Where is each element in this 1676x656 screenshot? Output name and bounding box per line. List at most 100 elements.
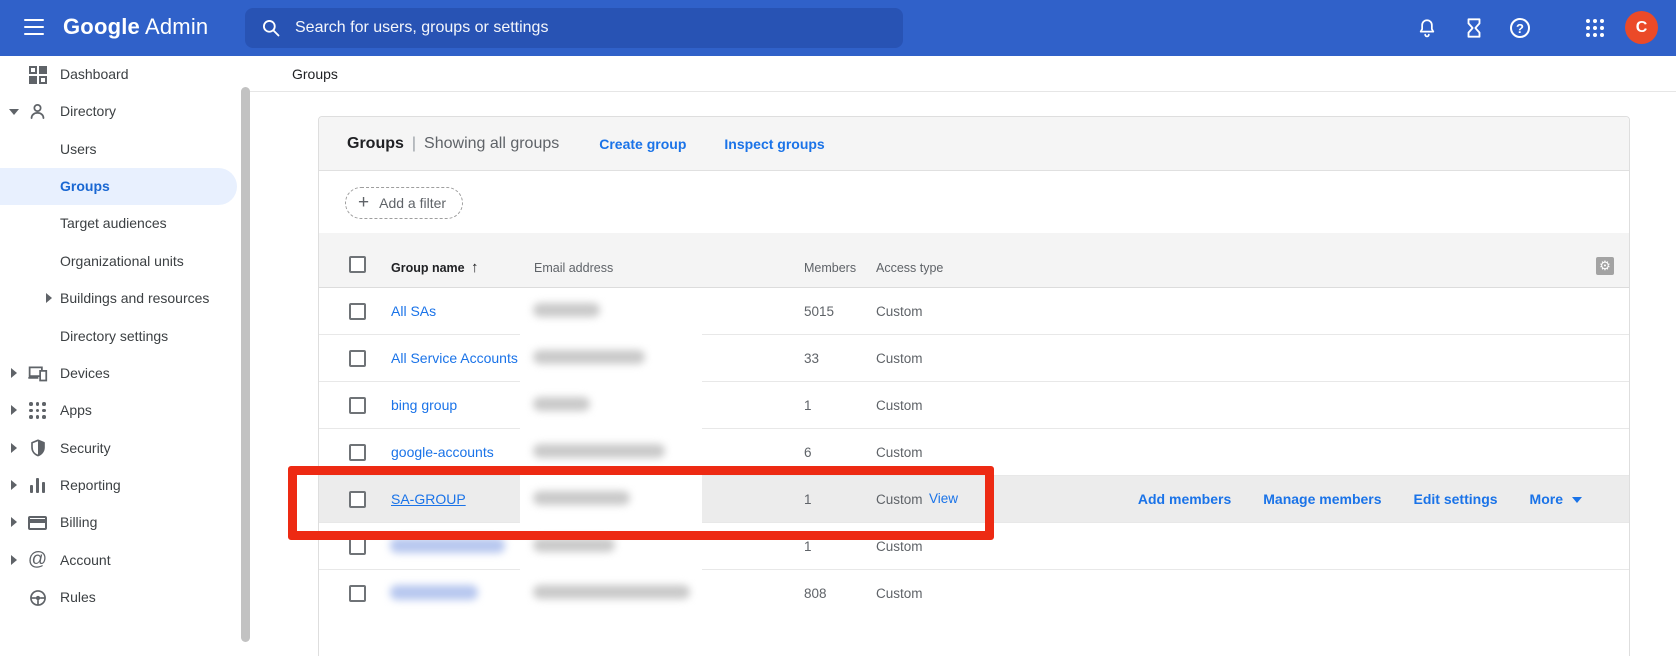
more-menu-button[interactable]: More (1530, 491, 1582, 507)
members-count: 6 (804, 445, 812, 460)
sidebar-item-label: Buildings and resources (60, 290, 209, 306)
credit-card-icon (27, 512, 48, 533)
apps-grid-icon (27, 400, 48, 421)
sidebar-item-buildings-and-resources[interactable]: Buildings and resources (0, 280, 250, 317)
table-settings-gear-icon[interactable]: ⚙ (1596, 257, 1614, 275)
row-checkbox[interactable] (349, 350, 366, 367)
add-filter-chip[interactable]: + Add a filter (345, 187, 463, 219)
table-row[interactable]: 1 Custom (319, 523, 1629, 570)
sidebar-item-directory-settings[interactable]: Directory settings (0, 318, 250, 355)
group-name-link[interactable]: bing group (391, 397, 457, 413)
members-count: 1 (804, 492, 812, 507)
view-link[interactable]: View (929, 491, 958, 506)
notifications-bell-icon[interactable] (1415, 16, 1439, 40)
add-members-link[interactable]: Add members (1138, 491, 1231, 507)
redacted-email-column (520, 289, 702, 614)
sidebar-item-directory[interactable]: Directory (0, 93, 250, 130)
chevron-right-icon[interactable] (11, 443, 17, 453)
create-group-link[interactable]: Create group (599, 136, 686, 152)
group-name-link[interactable]: SA-GROUP (391, 491, 466, 507)
table-row[interactable]: google-accounts 6 Custom (319, 429, 1629, 476)
search-bar[interactable] (245, 8, 903, 48)
sidebar-item-organizational-units[interactable]: Organizational units (0, 243, 250, 280)
group-name-link[interactable]: All Service Accounts (391, 350, 518, 366)
sidebar-item-devices[interactable]: Devices (0, 355, 250, 392)
sidebar-item-billing[interactable]: Billing (0, 504, 250, 541)
chevron-down-icon[interactable] (9, 109, 19, 115)
redacted-group-name (390, 538, 505, 553)
navigation-sidebar: Dashboard Directory Users Groups Target … (0, 56, 250, 656)
members-count: 808 (804, 586, 827, 601)
chevron-right-icon[interactable] (11, 480, 17, 490)
row-checkbox[interactable] (349, 397, 366, 414)
sidebar-item-account[interactable]: @ Account (0, 542, 250, 579)
sidebar-item-label: Target audiences (60, 215, 167, 231)
at-sign-icon: @ (27, 550, 48, 571)
row-checkbox[interactable] (349, 444, 366, 461)
chevron-right-icon[interactable] (11, 368, 17, 378)
sidebar-item-groups[interactable]: Groups (0, 168, 237, 205)
members-count: 5015 (804, 304, 834, 319)
access-type: Custom (876, 586, 923, 601)
members-count: 1 (804, 398, 812, 413)
access-type: Custom (876, 445, 923, 460)
row-checkbox[interactable] (349, 303, 366, 320)
sidebar-item-users[interactable]: Users (0, 131, 250, 168)
sidebar-item-dashboard[interactable]: Dashboard (0, 56, 250, 93)
table-row[interactable]: 808 Custom (319, 570, 1629, 617)
person-icon (27, 101, 48, 122)
sidebar-item-label: Security (60, 440, 111, 456)
search-icon (261, 18, 281, 38)
more-label: More (1530, 491, 1563, 507)
sidebar-item-label: Reporting (60, 477, 121, 493)
column-header-group-name[interactable]: Group name (391, 261, 465, 275)
menu-icon[interactable] (24, 19, 44, 35)
members-count: 33 (804, 351, 819, 366)
chevron-right-icon[interactable] (11, 517, 17, 527)
redacted-email (533, 397, 590, 411)
group-name-link[interactable]: google-accounts (391, 444, 494, 460)
redacted-email (533, 444, 665, 458)
groups-card-header: Groups | Showing all groups Create group… (319, 117, 1629, 171)
chevron-right-icon[interactable] (46, 293, 52, 303)
account-avatar[interactable]: C (1625, 11, 1658, 44)
table-row[interactable]: All SAs 5015 Custom (319, 288, 1629, 335)
help-icon[interactable]: ? (1508, 16, 1532, 40)
logo-admin-text: Admin (145, 14, 208, 39)
sidebar-item-label: Billing (60, 514, 97, 530)
sidebar-item-label: Groups (60, 178, 110, 194)
sidebar-item-label: Directory settings (60, 328, 168, 344)
column-header-access-type: Access type (876, 261, 943, 275)
access-type: Custom (876, 539, 923, 554)
chevron-right-icon[interactable] (11, 555, 17, 565)
sidebar-item-reporting[interactable]: Reporting (0, 467, 250, 504)
row-checkbox[interactable] (349, 538, 366, 555)
sidebar-item-label: Directory (60, 103, 116, 119)
caret-down-icon (1572, 497, 1582, 503)
shield-icon (27, 438, 48, 459)
access-type: Custom (876, 351, 923, 366)
help-question-glyph: ? (1510, 18, 1530, 38)
sidebar-item-security[interactable]: Security (0, 430, 250, 467)
sidebar-item-target-audiences[interactable]: Target audiences (0, 205, 250, 242)
sort-ascending-icon[interactable]: ↑ (471, 259, 479, 276)
row-checkbox[interactable] (349, 491, 366, 508)
chevron-right-icon[interactable] (11, 405, 17, 415)
groups-card: Groups | Showing all groups Create group… (318, 116, 1630, 656)
group-name-link[interactable]: All SAs (391, 303, 436, 319)
search-input[interactable] (295, 8, 903, 48)
hourglass-tasks-icon[interactable] (1462, 16, 1486, 40)
manage-members-link[interactable]: Manage members (1263, 491, 1381, 507)
edit-settings-link[interactable]: Edit settings (1414, 491, 1498, 507)
breadcrumb-bar: Groups (250, 56, 1676, 92)
sidebar-scrollbar[interactable] (241, 87, 250, 642)
table-row-sa-group[interactable]: SA-GROUP 1 Custom View Add members Manag… (319, 476, 1629, 523)
table-row[interactable]: bing group 1 Custom (319, 382, 1629, 429)
sidebar-item-rules[interactable]: Rules (0, 579, 250, 616)
apps-grid-icon[interactable] (1583, 16, 1607, 40)
table-row[interactable]: All Service Accounts 33 Custom (319, 335, 1629, 382)
inspect-groups-link[interactable]: Inspect groups (724, 136, 824, 152)
row-checkbox[interactable] (349, 585, 366, 602)
select-all-checkbox[interactable] (349, 256, 366, 273)
sidebar-item-apps[interactable]: Apps (0, 392, 250, 429)
